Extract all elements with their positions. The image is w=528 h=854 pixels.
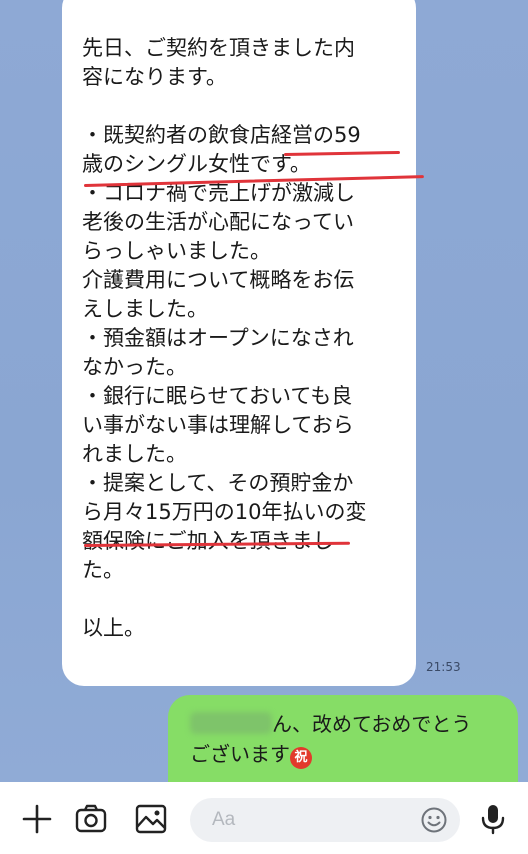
incoming-message-text: 先日、ご契約を頂きました内 容になります。 ・既契約者の飲食店経営の59 歳のシングル…	[82, 34, 394, 643]
message-line: えしました。	[82, 297, 208, 321]
message-line: ・提案として、その預貯金か	[82, 471, 354, 495]
message-line: 容になります。	[82, 65, 227, 89]
message-line: ・預金額はオープンになされ	[82, 326, 354, 350]
message-line: ・既契約者の飲食店経営の59	[82, 123, 361, 147]
outgoing-message-line-1: ん、改めておめでとう	[190, 709, 498, 739]
camera-icon[interactable]	[74, 802, 108, 836]
message-input-bar: Aa	[0, 782, 528, 854]
chat-area[interactable]: 先日、ご契約を頂きました内 容になります。 ・既契約者の飲食店経営の59 歳のシングル…	[0, 0, 528, 782]
message-input-placeholder: Aa	[212, 809, 236, 830]
message-line: れました。	[82, 442, 187, 466]
outgoing-message-text: ございます	[190, 742, 290, 766]
message-line: 介護費用について概略をお伝	[82, 268, 355, 292]
outgoing-message-text: ん、改めておめでとう	[272, 712, 472, 736]
message-line: ・銀行に眠らせておいても良	[82, 384, 353, 408]
plus-icon[interactable]	[20, 802, 54, 836]
message-line: なかった。	[82, 355, 187, 379]
blurred-name	[190, 712, 272, 734]
celebration-emoji: 祝	[290, 747, 312, 769]
message-line: 先日、ご契約を頂きました内	[82, 36, 355, 60]
incoming-message-bubble[interactable]: 先日、ご契約を頂きました内 容になります。 ・既契約者の飲食店経営の59 歳のシングル…	[62, 0, 416, 686]
emoji-icon[interactable]	[420, 806, 448, 834]
message-line: らっしゃいました。	[82, 239, 271, 263]
message-line: ら月々15万円の10年払いの変	[82, 500, 367, 524]
message-line: 老後の生活が心配になってい	[82, 210, 354, 234]
message-line	[82, 92, 394, 121]
message-line	[82, 585, 394, 614]
microphone-icon[interactable]	[476, 802, 510, 836]
outgoing-message-bubble[interactable]: ん、改めておめでとう ございます祝	[168, 695, 518, 782]
outgoing-message-line-2: ございます祝	[190, 739, 498, 769]
message-line: 以上。	[82, 616, 145, 640]
message-line: た。	[82, 558, 124, 582]
image-icon[interactable]	[134, 802, 168, 836]
message-timestamp: 21:53	[426, 660, 461, 674]
message-line: い事がない事は理解しておら	[82, 413, 354, 437]
message-input[interactable]: Aa	[190, 798, 460, 842]
